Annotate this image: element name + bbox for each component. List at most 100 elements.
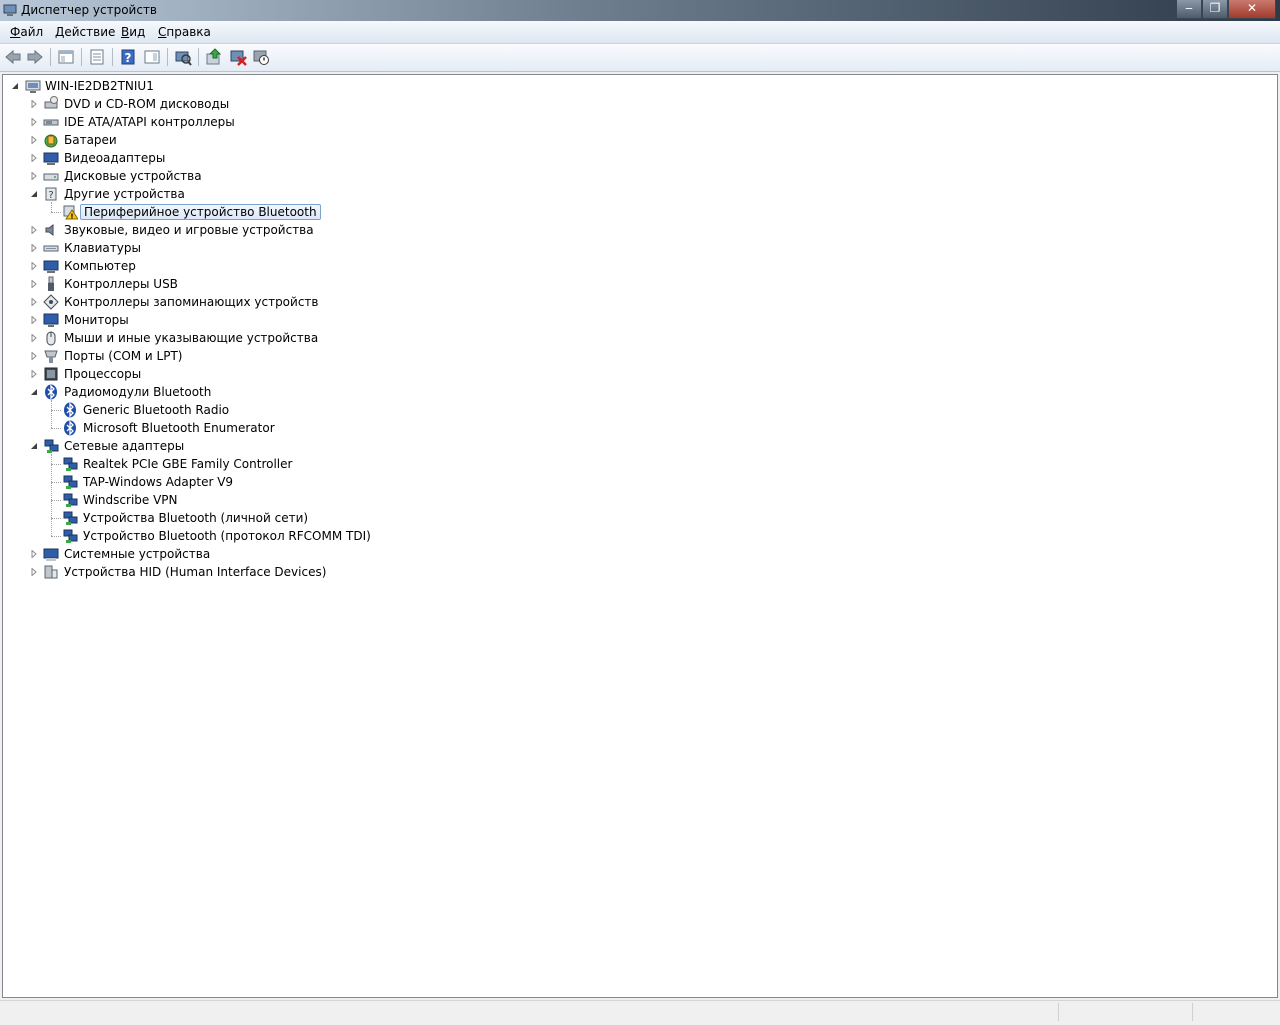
tree-device[interactable]: Устройство Bluetooth (протокол RFCOMM TD… <box>3 527 423 545</box>
maximize-button[interactable]: ❐ <box>1202 0 1228 19</box>
expand-arrow-icon[interactable] <box>30 334 38 342</box>
port-icon <box>44 350 58 363</box>
expand-arrow-icon[interactable] <box>30 100 38 108</box>
tree-category[interactable]: Мыши и иные указывающие устройства <box>3 329 423 347</box>
collapse-arrow-icon[interactable] <box>11 82 19 90</box>
tree-root[interactable]: WIN-IE2DB2TNIU1 <box>3 77 403 95</box>
tree-category-label: Клавиатуры <box>64 241 141 255</box>
tree-category[interactable]: Процессоры <box>3 365 423 383</box>
help-icon[interactable]: ? <box>119 48 137 66</box>
uninstall-icon[interactable] <box>229 48 247 66</box>
expand-arrow-icon[interactable] <box>30 280 38 288</box>
expand-arrow-icon[interactable] <box>30 244 38 252</box>
tree-category[interactable]: Сетевые адаптеры <box>3 437 423 455</box>
tree-category[interactable]: Видеоадаптеры <box>3 149 423 167</box>
tree-category[interactable]: ? Другие устройства <box>3 185 423 203</box>
close-button[interactable]: ✕ <box>1228 0 1276 19</box>
collapse-arrow-icon[interactable] <box>30 388 38 396</box>
keyboard-icon <box>43 245 59 252</box>
tree-device[interactable]: Microsoft Bluetooth Enumerator <box>3 419 423 437</box>
svg-text:?: ? <box>48 190 53 201</box>
tree-category[interactable]: Мониторы <box>3 311 423 329</box>
tree-category-label: Контроллеры USB <box>64 277 178 291</box>
expand-arrow-icon[interactable] <box>30 352 38 360</box>
tree-category[interactable]: DVD и CD-ROM дисководы <box>3 95 423 113</box>
tree-category-label: IDE ATA/ATAPI контроллеры <box>64 115 235 129</box>
update-driver-icon[interactable] <box>205 48 223 66</box>
menu-action[interactable]: Действие <box>55 25 115 39</box>
expand-arrow-icon[interactable] <box>30 154 38 162</box>
tree-category[interactable]: Дисковые устройства <box>3 167 423 185</box>
tree-category[interactable]: Батареи <box>3 131 423 149</box>
tree-device[interactable]: ! Периферийное устройство Bluetooth <box>3 203 423 221</box>
tree-category-label: Мыши и иные указывающие устройства <box>64 331 319 345</box>
usb-icon <box>48 276 54 291</box>
disable-device-icon[interactable] <box>252 48 270 66</box>
expand-arrow-icon[interactable] <box>30 136 38 144</box>
status-bar <box>0 1000 1280 1025</box>
expand-arrow-icon[interactable] <box>30 298 38 306</box>
device-tree[interactable]: WIN-IE2DB2TNIU1 DVD и CD-ROM дисководы ID… <box>2 74 1278 998</box>
tree-category[interactable]: Клавиатуры <box>3 239 423 257</box>
show-hide-tree-icon[interactable] <box>57 48 75 66</box>
expand-arrow-icon[interactable] <box>30 226 38 234</box>
hid-icon <box>44 565 58 579</box>
tree-category[interactable]: IDE ATA/ATAPI контроллеры <box>3 113 423 131</box>
tree-connector <box>51 518 61 519</box>
tree-device-label: Generic Bluetooth Radio <box>83 403 230 417</box>
back-arrow-icon[interactable] <box>4 48 22 66</box>
expand-arrow-icon[interactable] <box>30 370 38 378</box>
tree-device[interactable]: Устройства Bluetooth (личной сети) <box>3 509 423 527</box>
warning-device-icon: ! <box>63 205 78 220</box>
tree-device[interactable]: Realtek PCIe GBE Family Controller <box>3 455 423 473</box>
tree-device[interactable]: TAP-Windows Adapter V9 <box>3 473 423 491</box>
tree-category-label: Батареи <box>64 133 117 147</box>
network-adapter-icon <box>63 493 78 507</box>
menu-view-accel: В <box>121 25 130 39</box>
tree-category[interactable]: Контроллеры запоминающих устройств <box>3 293 423 311</box>
speaker-icon <box>45 224 54 236</box>
tree-category-label: Системные устройства <box>64 547 211 561</box>
expand-arrow-icon[interactable] <box>30 568 38 576</box>
tree-connector <box>51 428 61 429</box>
expand-arrow-icon[interactable] <box>30 550 38 558</box>
expand-arrow-icon[interactable] <box>30 316 38 324</box>
menu-help[interactable]: Справка <box>158 25 211 39</box>
expand-arrow-icon[interactable] <box>30 172 38 180</box>
title-bar[interactable]: Диспетчер устройств ‒ ❐ ✕ <box>0 0 1280 21</box>
tree-category[interactable]: Радиомодули Bluetooth <box>3 383 423 401</box>
collapse-arrow-icon[interactable] <box>30 190 38 198</box>
toolbar-separator <box>167 48 168 66</box>
menu-file[interactable]: Файл <box>10 25 43 39</box>
tree-device-label: TAP-Windows Adapter V9 <box>83 475 234 489</box>
menu-view[interactable]: Вид <box>121 25 145 39</box>
expand-arrow-icon[interactable] <box>30 118 38 126</box>
tree-connector <box>51 202 52 212</box>
tree-device[interactable]: Windscribe VPN <box>3 491 423 509</box>
battery-icon <box>44 134 58 148</box>
bluetooth-icon <box>64 402 76 418</box>
toolbar-separator <box>50 48 51 66</box>
minimize-button[interactable]: ‒ <box>1176 0 1202 19</box>
forward-arrow-icon[interactable] <box>26 48 44 66</box>
tree-category[interactable]: Компьютер <box>3 257 423 275</box>
tree-category[interactable]: Контроллеры USB <box>3 275 423 293</box>
tree-category-label: Мониторы <box>64 313 129 327</box>
ide-controller-icon <box>43 119 59 126</box>
network-adapter-icon <box>44 439 59 453</box>
tree-category[interactable]: Системные устройства <box>3 545 423 563</box>
scan-hardware-icon[interactable] <box>174 48 192 66</box>
other-devices-icon: ? <box>45 187 57 201</box>
monitor-icon <box>43 313 59 327</box>
expand-arrow-icon[interactable] <box>30 262 38 270</box>
properties-icon[interactable] <box>88 48 106 66</box>
tree-category[interactable]: Звуковые, видео и игровые устройства <box>3 221 423 239</box>
window-title: Диспетчер устройств <box>21 3 158 17</box>
tree-category[interactable]: Порты (COM и LPT) <box>3 347 423 365</box>
action-pane-icon[interactable] <box>143 48 161 66</box>
system-devices-icon <box>43 548 59 561</box>
tree-category[interactable]: Устройства HID (Human Interface Devices) <box>3 563 423 581</box>
tree-device[interactable]: Generic Bluetooth Radio <box>3 401 423 419</box>
tree-connector <box>51 464 61 465</box>
collapse-arrow-icon[interactable] <box>30 442 38 450</box>
